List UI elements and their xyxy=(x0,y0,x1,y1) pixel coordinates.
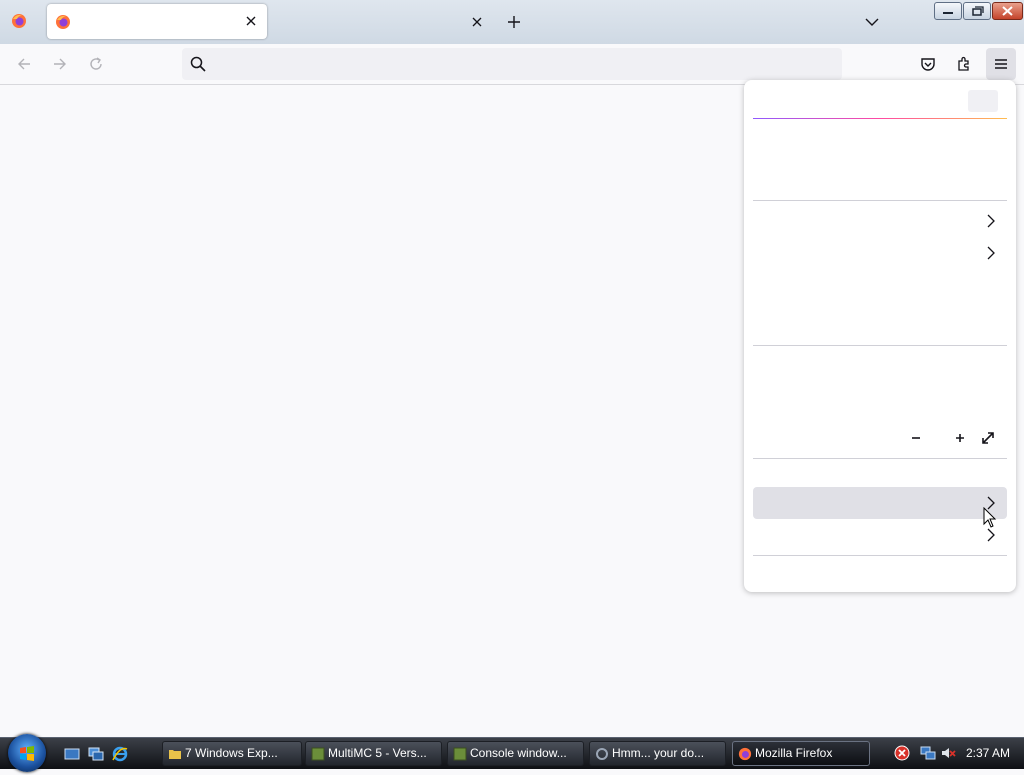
menu-separator xyxy=(753,200,1007,201)
application-menu-panel xyxy=(744,80,1016,592)
start-button[interactable] xyxy=(8,734,46,772)
list-all-tabs-button[interactable] xyxy=(862,12,882,32)
multimc-icon xyxy=(453,746,467,761)
firefox-logo-icon[interactable] xyxy=(11,13,27,29)
security-alert-icon[interactable] xyxy=(894,745,910,764)
app-icon xyxy=(595,746,609,760)
account-button[interactable] xyxy=(968,90,998,112)
taskbar-button-console-window[interactable]: Console window... xyxy=(447,741,584,766)
firefox-icon xyxy=(738,746,752,761)
chevron-right-icon xyxy=(985,245,997,264)
menu-item-submenu-hovered[interactable] xyxy=(753,487,1007,519)
fullscreen-icon[interactable] xyxy=(980,430,996,449)
taskbar-button-multimc[interactable]: MultiMC 5 - Vers... xyxy=(305,741,442,766)
back-button[interactable] xyxy=(14,54,34,74)
address-bar[interactable] xyxy=(182,48,842,80)
taskbar-button-hmm[interactable]: Hmm... your do... xyxy=(589,741,726,766)
multimc-icon xyxy=(311,746,325,761)
chevron-right-icon xyxy=(985,213,997,232)
reload-button[interactable] xyxy=(86,54,106,74)
close-window-button[interactable] xyxy=(992,2,1023,20)
network-icon[interactable] xyxy=(920,745,936,764)
menu-separator xyxy=(753,458,1007,459)
restore-window-button[interactable] xyxy=(963,2,991,20)
extensions-icon[interactable] xyxy=(954,54,974,74)
minimize-window-button[interactable] xyxy=(934,2,962,20)
show-desktop-icon[interactable] xyxy=(64,746,80,762)
internet-explorer-icon[interactable] xyxy=(112,746,128,762)
menu-item-submenu[interactable] xyxy=(753,237,1007,269)
switch-windows-icon[interactable] xyxy=(88,746,104,762)
menu-accent-divider xyxy=(753,118,1007,119)
folder-icon xyxy=(168,746,182,760)
mouse-cursor-icon xyxy=(983,506,997,532)
close-tab-icon[interactable] xyxy=(243,13,259,29)
close-tab-icon[interactable] xyxy=(467,12,487,32)
menu-separator xyxy=(753,345,1007,346)
open-application-menu-button[interactable] xyxy=(986,48,1016,80)
tab-active[interactable] xyxy=(47,4,267,39)
zoom-out-button[interactable] xyxy=(910,430,922,449)
forward-button[interactable] xyxy=(50,54,70,74)
firefox-favicon-icon xyxy=(55,14,71,30)
clock[interactable]: 2:37 AM xyxy=(966,746,1010,760)
search-icon xyxy=(190,56,206,75)
navigation-toolbar xyxy=(0,44,1024,85)
pocket-icon[interactable] xyxy=(918,54,938,74)
taskbar-button-windows-explorer[interactable]: 7 Windows Exp... xyxy=(162,741,302,766)
menu-separator xyxy=(753,555,1007,556)
new-tab-button[interactable] xyxy=(504,12,524,32)
menu-item-submenu[interactable] xyxy=(753,205,1007,237)
menu-item-submenu[interactable] xyxy=(753,519,1007,551)
windows-taskbar: 7 Windows Exp... MultiMC 5 - Vers... Con… xyxy=(0,734,1024,772)
volume-muted-icon[interactable] xyxy=(940,745,956,764)
zoom-in-button[interactable] xyxy=(954,430,966,449)
taskbar-button-mozilla-firefox[interactable]: Mozilla Firefox xyxy=(732,741,870,766)
tab-strip xyxy=(0,0,1024,44)
url-input[interactable] xyxy=(216,54,820,76)
